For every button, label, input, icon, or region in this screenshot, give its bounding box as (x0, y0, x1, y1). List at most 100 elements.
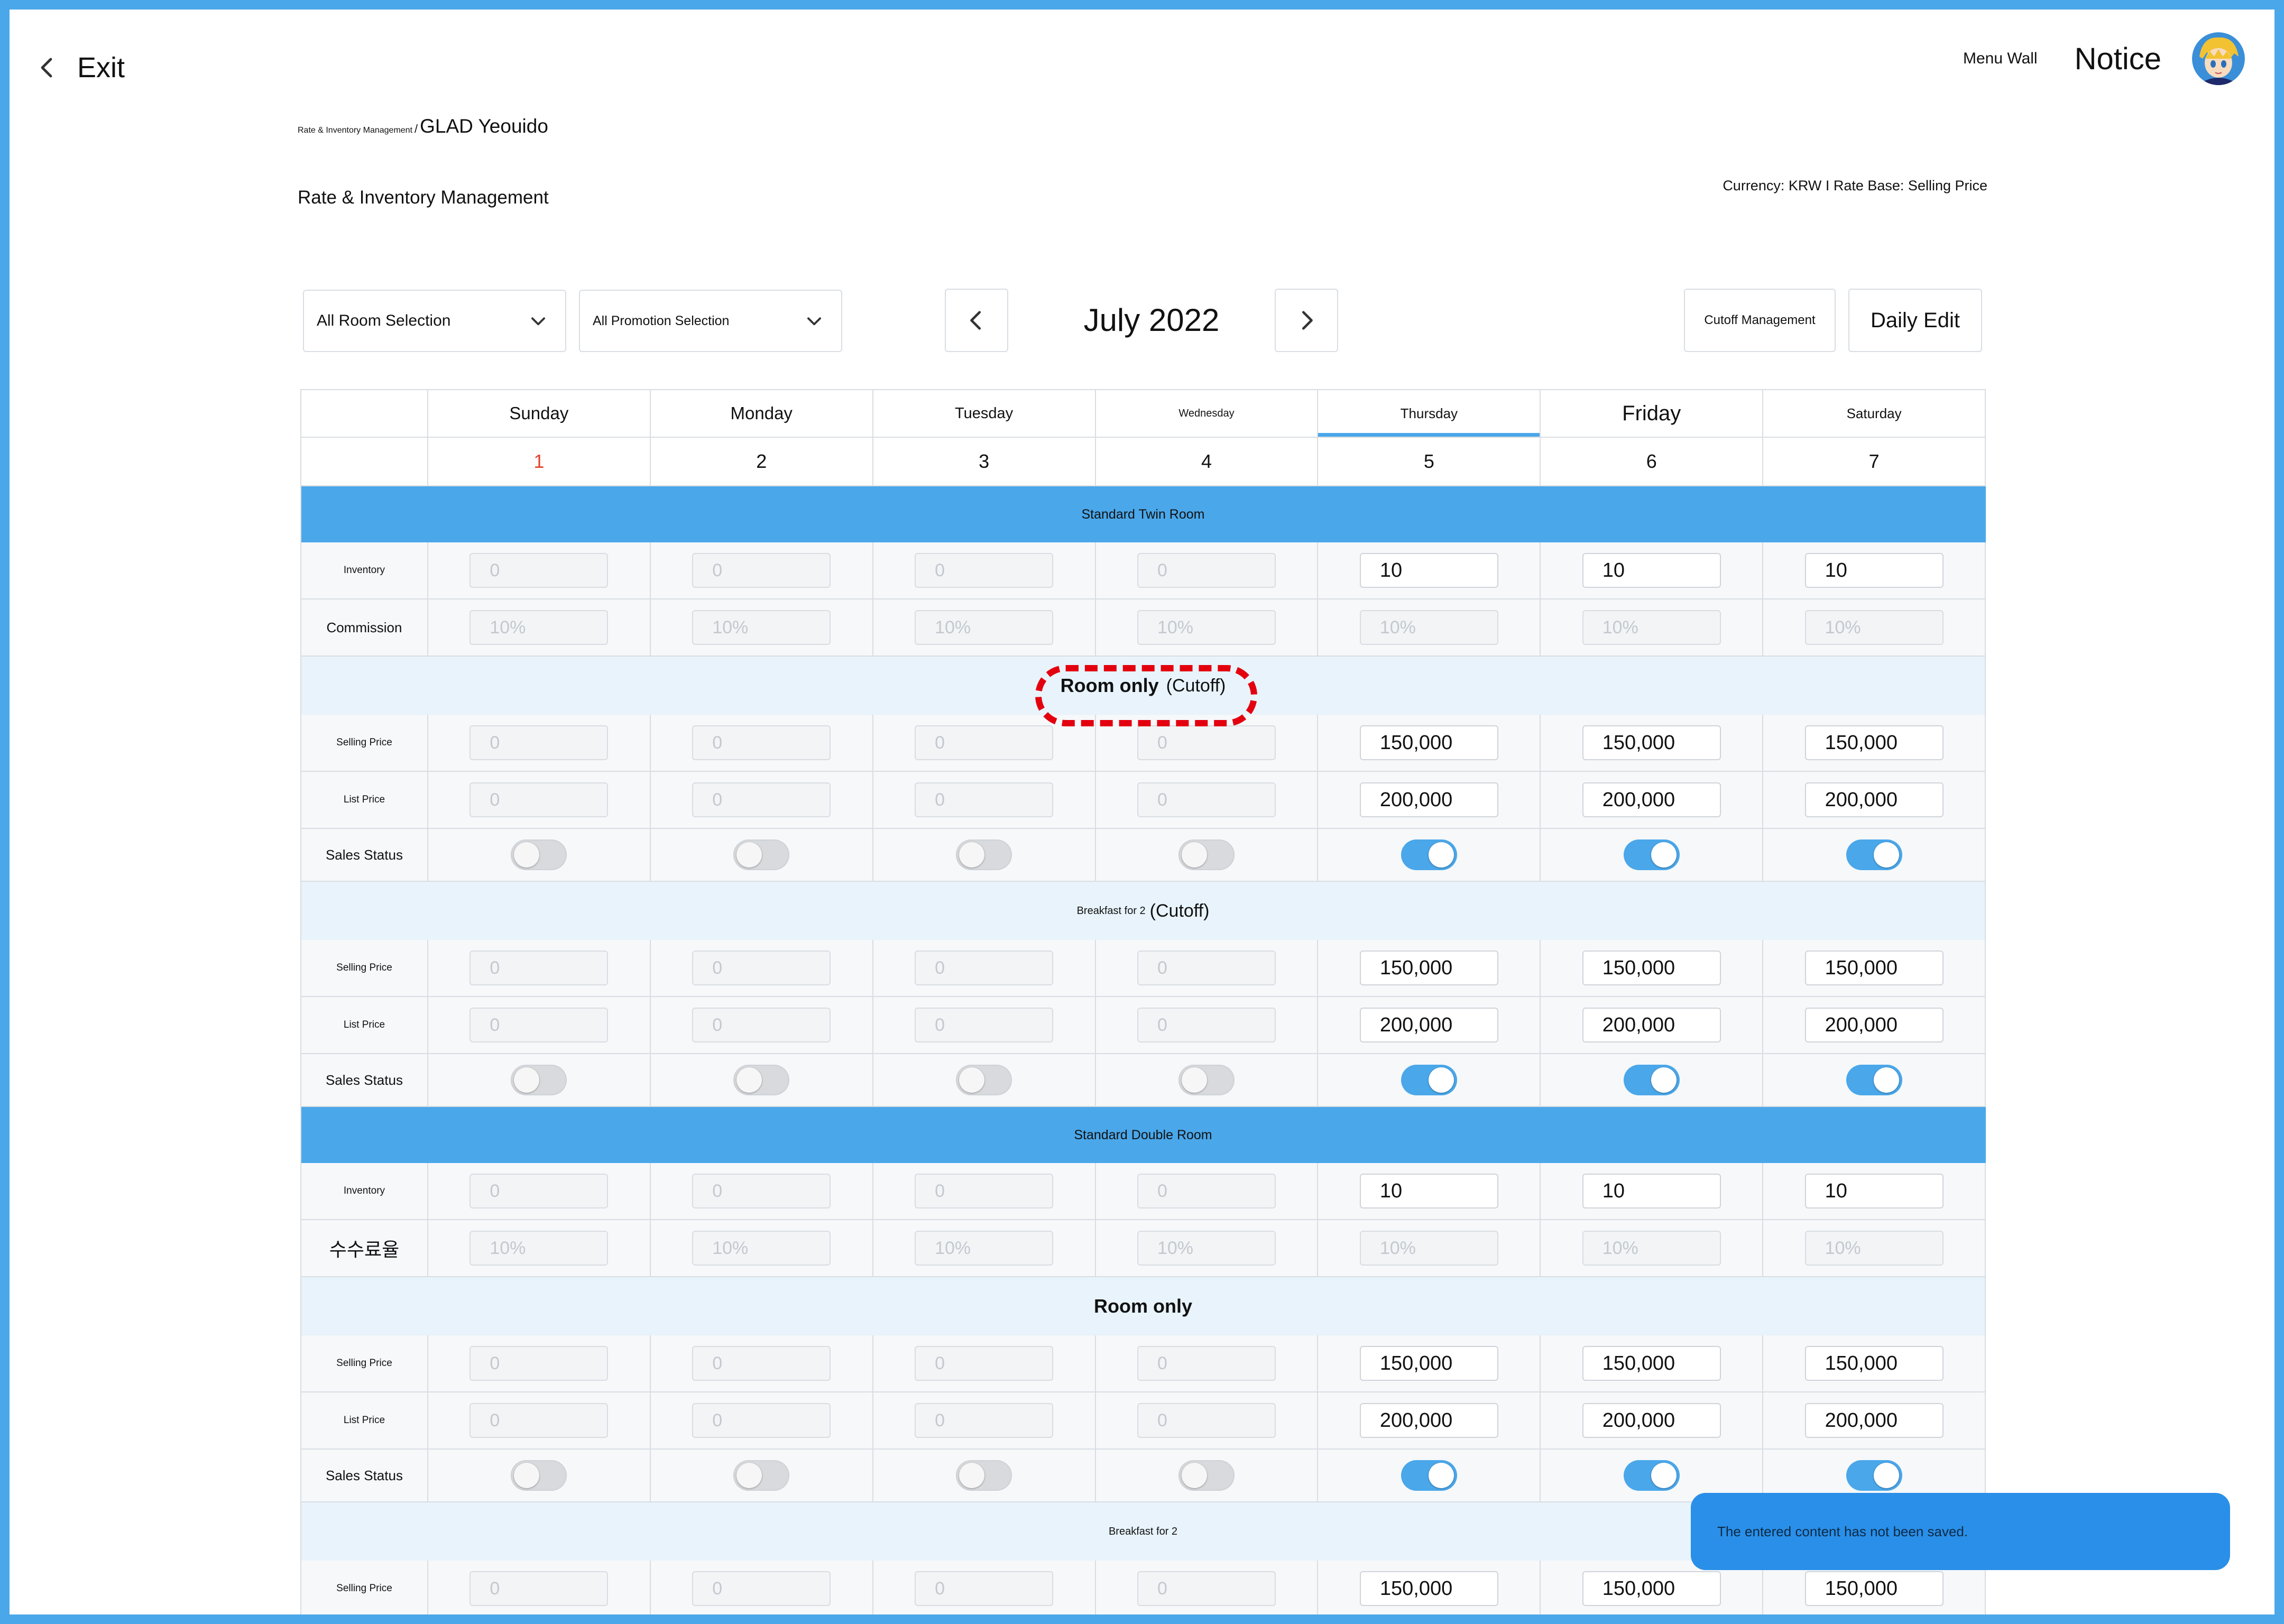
sales-status-toggle[interactable] (1401, 1065, 1457, 1095)
inventory-input[interactable]: 10 (1804, 1174, 1944, 1208)
sales-status-toggle[interactable] (1623, 1065, 1680, 1095)
list-price-input[interactable]: 0 (692, 782, 831, 817)
selling-price-input[interactable]: 150,000 (1359, 1571, 1498, 1606)
selling-price-input[interactable]: 150,000 (1582, 951, 1721, 985)
inventory-input[interactable]: 10 (1804, 553, 1944, 588)
sales-status-toggle[interactable] (956, 1460, 1012, 1491)
selling-price-input[interactable]: 0 (1137, 951, 1276, 985)
inventory-input[interactable]: 0 (692, 553, 831, 588)
list-price-input[interactable]: 0 (469, 782, 609, 817)
list-price-input[interactable]: 200,000 (1582, 1008, 1721, 1042)
inventory-input[interactable]: 0 (469, 1174, 609, 1208)
selling-price-input[interactable]: 0 (469, 725, 609, 760)
selling-price-input[interactable]: 0 (692, 951, 831, 985)
daily-edit-button[interactable]: Daily Edit (1848, 289, 1982, 352)
toggle-knob (514, 1463, 540, 1488)
cutoff-management-button[interactable]: Cutoff Management (1684, 289, 1836, 352)
selling-price-input[interactable]: 0 (915, 1571, 1054, 1606)
sales-status-toggle[interactable] (733, 1065, 790, 1095)
sales-status-toggle[interactable] (1623, 839, 1680, 870)
sales-status-toggle[interactable] (1846, 839, 1902, 870)
selling-price-input[interactable]: 0 (692, 1346, 831, 1381)
sales-status-toggle[interactable] (1846, 1065, 1902, 1095)
list-price-input[interactable]: 200,000 (1359, 782, 1498, 817)
selling-price-input[interactable]: 150,000 (1359, 725, 1498, 760)
list-price-input[interactable]: 0 (692, 1008, 831, 1042)
sales-status-toggle[interactable] (511, 839, 567, 870)
selling-price-input[interactable]: 150,000 (1359, 951, 1498, 985)
exit-button[interactable]: Exit (35, 47, 125, 89)
inventory-input[interactable]: 0 (915, 553, 1054, 588)
selling-price-input[interactable]: 150,000 (1582, 1571, 1721, 1606)
breadcrumb-parent[interactable]: Rate & Inventory Management (298, 126, 412, 135)
list-price-input[interactable]: 200,000 (1359, 1403, 1498, 1438)
list-price-input[interactable]: 200,000 (1804, 782, 1944, 817)
selling-price-input[interactable]: 150,000 (1804, 1346, 1944, 1381)
list-price-input[interactable]: 200,000 (1582, 1403, 1721, 1438)
list-price-input[interactable]: 0 (915, 782, 1054, 817)
selling-price-input[interactable]: 0 (469, 951, 609, 985)
date-cell: 3 (873, 438, 1096, 485)
prev-month-button[interactable] (945, 289, 1008, 352)
selling-price-input[interactable]: 150,000 (1359, 1346, 1498, 1381)
sales-status-toggle[interactable] (1401, 839, 1457, 870)
selling-price-input[interactable]: 0 (915, 1346, 1054, 1381)
inventory-input[interactable]: 10 (1582, 553, 1721, 588)
selling-price-input[interactable]: 0 (692, 1571, 831, 1606)
selling-price-input[interactable]: 0 (1137, 1571, 1276, 1606)
sales-status-toggle[interactable] (733, 839, 790, 870)
sales-status-toggle[interactable] (1623, 1460, 1680, 1491)
sales-status-toggle[interactable] (511, 1460, 567, 1491)
inventory-input[interactable]: 10 (1359, 553, 1498, 588)
list-price-input[interactable]: 200,000 (1804, 1403, 1944, 1438)
list-price-input[interactable]: 200,000 (1359, 1008, 1498, 1042)
sales-status-toggle[interactable] (1178, 1065, 1235, 1095)
sales-status-toggle[interactable] (511, 1065, 567, 1095)
inventory-input[interactable]: 10 (1359, 1174, 1498, 1208)
sales-status-toggle[interactable] (1846, 1460, 1902, 1491)
selling-price-input[interactable]: 150,000 (1804, 725, 1944, 760)
inventory-input[interactable]: 0 (692, 1174, 831, 1208)
selling-price-input[interactable]: 0 (1137, 725, 1276, 760)
selling-price-input[interactable]: 0 (1137, 1346, 1276, 1381)
selling-price-input[interactable]: 150,000 (1582, 1346, 1721, 1381)
inventory-input[interactable]: 0 (1137, 553, 1276, 588)
sales-status-toggle[interactable] (1178, 839, 1235, 870)
selling-price-input[interactable]: 0 (692, 725, 831, 760)
corner-cell (301, 390, 428, 437)
selling-price-input[interactable]: 0 (469, 1346, 609, 1381)
sales-status-toggle[interactable] (1401, 1460, 1457, 1491)
list-price-input[interactable]: 0 (1137, 1008, 1276, 1042)
next-month-button[interactable] (1275, 289, 1338, 352)
toggle-knob (514, 1067, 540, 1093)
list-price-input[interactable]: 0 (469, 1008, 609, 1042)
inventory-input[interactable]: 10 (1582, 1174, 1721, 1208)
list-price-input[interactable]: 200,000 (1582, 782, 1721, 817)
list-price-input[interactable]: 0 (915, 1008, 1054, 1042)
inventory-input[interactable]: 0 (1137, 1174, 1276, 1208)
list-price-input[interactable]: 0 (692, 1403, 831, 1438)
list-price-input[interactable]: 0 (1137, 1403, 1276, 1438)
selling-price-input[interactable]: 0 (469, 1571, 609, 1606)
selling-price-input[interactable]: 0 (915, 725, 1054, 760)
inventory-input[interactable]: 0 (915, 1174, 1054, 1208)
sales-status-toggle[interactable] (956, 839, 1012, 870)
menu-wall-link[interactable]: Menu Wall (1963, 50, 2038, 68)
list-price-input[interactable]: 0 (469, 1403, 609, 1438)
list-price-input[interactable]: 0 (915, 1403, 1054, 1438)
selling-price-input[interactable]: 0 (915, 951, 1054, 985)
selling-price-input[interactable]: 150,000 (1804, 1571, 1944, 1606)
selling-price-input[interactable]: 150,000 (1804, 951, 1944, 985)
sales-status-toggle[interactable] (1178, 1460, 1235, 1491)
selling-price-input[interactable]: 150,000 (1582, 725, 1721, 760)
inventory-input[interactable]: 0 (469, 553, 609, 588)
avatar[interactable] (2192, 32, 2245, 85)
list-price-input[interactable]: 200,000 (1804, 1008, 1944, 1042)
room-header-double: Standard Double Room (301, 1107, 1986, 1163)
room-select[interactable]: All Room Selection (303, 290, 566, 352)
list-price-input[interactable]: 0 (1137, 782, 1276, 817)
notice-link[interactable]: Notice (2075, 41, 2161, 77)
sales-status-toggle[interactable] (733, 1460, 790, 1491)
promotion-select[interactable]: All Promotion Selection (579, 290, 842, 352)
sales-status-toggle[interactable] (956, 1065, 1012, 1095)
